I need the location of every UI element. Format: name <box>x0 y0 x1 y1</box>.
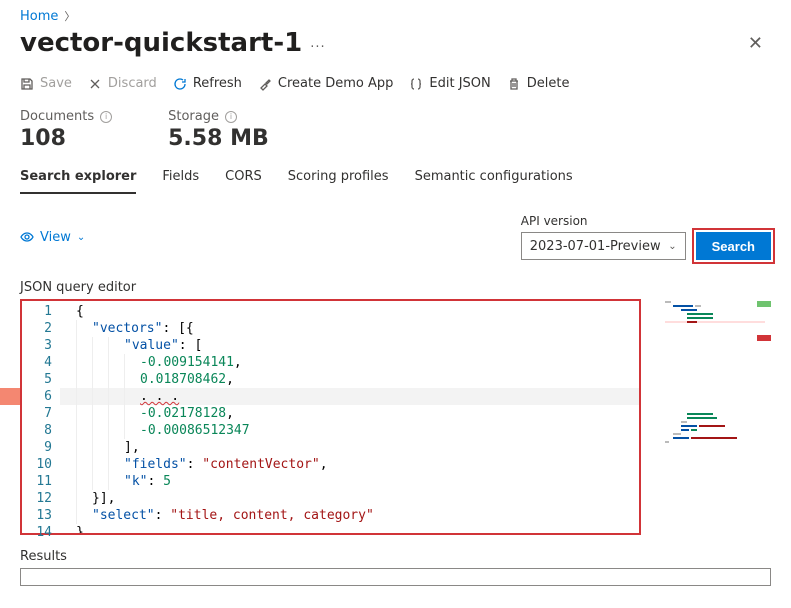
tab-cors[interactable]: CORS <box>225 169 262 194</box>
create-demo-label: Create Demo App <box>278 76 393 91</box>
documents-value: 108 <box>20 126 112 151</box>
refresh-label: Refresh <box>193 76 242 91</box>
view-dropdown[interactable]: View ⌄ <box>20 230 85 245</box>
stat-storage: Storage i 5.58 MB <box>168 109 269 151</box>
create-demo-button[interactable]: Create Demo App <box>258 76 393 91</box>
command-bar: Save Discard Refresh Create Demo App Edi… <box>20 76 771 91</box>
minimap[interactable] <box>641 299 771 535</box>
results-panel <box>20 568 771 586</box>
api-version-label: API version <box>521 214 686 228</box>
breadcrumb-home[interactable]: Home <box>20 9 58 24</box>
search-button[interactable]: Search <box>696 232 771 260</box>
editor-label: JSON query editor <box>20 280 771 295</box>
save-label: Save <box>40 76 72 91</box>
stat-documents: Documents i 108 <box>20 109 112 151</box>
discard-label: Discard <box>108 76 157 91</box>
line-gutter: 1 2 3 4 5 6 7 8 9 10 11 12 13 14 <box>22 301 60 533</box>
delete-label: Delete <box>527 76 570 91</box>
delete-button[interactable]: Delete <box>507 76 570 91</box>
discard-icon <box>88 77 102 91</box>
error-squiggle: . . . <box>140 389 179 404</box>
page-title: vector-quickstart-1 <box>20 28 302 58</box>
edit-json-button[interactable]: Edit JSON <box>409 76 490 91</box>
tab-scoring[interactable]: Scoring profiles <box>288 169 389 194</box>
chevron-right-icon: 〉 <box>64 8 75 24</box>
tab-bar: Search explorer Fields CORS Scoring prof… <box>20 169 771 194</box>
edit-json-label: Edit JSON <box>429 76 490 91</box>
scrollbar-markers <box>757 299 771 535</box>
refresh-icon <box>173 77 187 91</box>
eye-icon <box>20 230 34 244</box>
storage-label: Storage <box>168 109 219 124</box>
storage-value: 5.58 MB <box>168 126 269 151</box>
info-icon[interactable]: i <box>225 111 237 123</box>
json-editor[interactable]: 1 2 3 4 5 6 7 8 9 10 11 12 13 14 { "vect… <box>20 299 641 535</box>
more-actions-button[interactable]: ··· <box>310 40 325 55</box>
trash-icon <box>507 77 521 91</box>
close-icon[interactable]: ✕ <box>740 29 771 58</box>
tab-search-explorer[interactable]: Search explorer <box>20 169 136 194</box>
discard-button[interactable]: Discard <box>88 76 157 91</box>
chevron-down-icon: ⌄ <box>668 241 676 252</box>
save-button[interactable]: Save <box>20 76 72 91</box>
refresh-button[interactable]: Refresh <box>173 76 242 91</box>
info-icon[interactable]: i <box>100 111 112 123</box>
results-label: Results <box>20 549 771 564</box>
chevron-down-icon: ⌄ <box>77 232 85 243</box>
code-area[interactable]: { "vectors": [{ "value": [ -0.009154141,… <box>60 301 639 533</box>
tab-semantic[interactable]: Semantic configurations <box>415 169 573 194</box>
save-icon <box>20 77 34 91</box>
error-marker <box>0 388 20 405</box>
api-version-select[interactable]: 2023-07-01-Preview ⌄ <box>521 232 686 260</box>
braces-icon <box>409 77 423 91</box>
tab-fields[interactable]: Fields <box>162 169 199 194</box>
tools-icon <box>258 77 272 91</box>
view-label: View <box>40 230 71 245</box>
api-version-value: 2023-07-01-Preview <box>530 239 661 254</box>
documents-label: Documents <box>20 109 94 124</box>
breadcrumb: Home 〉 <box>20 8 771 24</box>
